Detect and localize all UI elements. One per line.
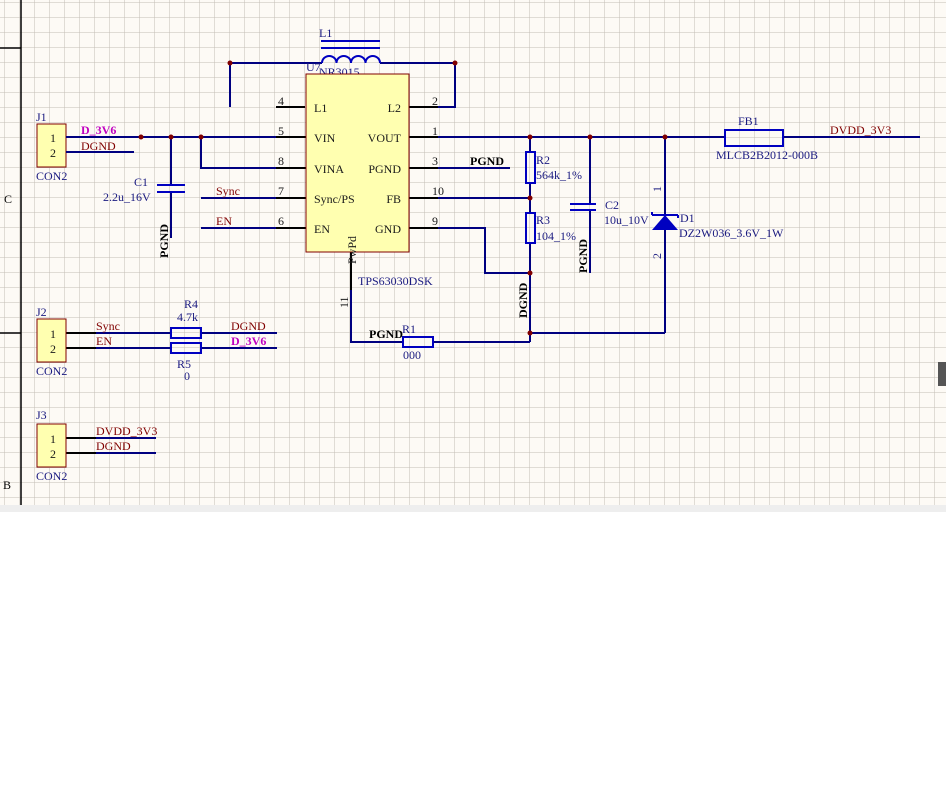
u7-pin-name: FB bbox=[386, 192, 401, 206]
j1-pin1: 1 bbox=[50, 131, 56, 145]
r2-designator: R2 bbox=[536, 153, 550, 167]
power-port-pgnd-c2: PGND bbox=[576, 239, 590, 273]
j1-designator: J1 bbox=[36, 110, 47, 124]
net-label-dvdd-3v3: DVDD_3V3 bbox=[830, 123, 891, 137]
u7-pin-name: PwPd bbox=[345, 236, 359, 264]
u7-pin-name: GND bbox=[375, 222, 401, 236]
u7-pin-name: VOUT bbox=[368, 131, 402, 145]
power-port-pgnd-r1: PGND bbox=[369, 327, 403, 341]
d1-value: DZ2W036_3.6V_1W bbox=[679, 226, 784, 240]
u7-pin-number: 8 bbox=[278, 154, 284, 168]
j3-pin1: 1 bbox=[50, 432, 56, 446]
u7-pin-number: 3 bbox=[432, 154, 438, 168]
power-port-pgnd-c1: PGND bbox=[157, 224, 171, 258]
j2-pin2: 2 bbox=[50, 342, 56, 356]
c2-designator: C2 bbox=[605, 198, 619, 212]
j3-pin2: 2 bbox=[50, 447, 56, 461]
r3-value: 104_1% bbox=[536, 229, 576, 243]
fb1-designator: FB1 bbox=[738, 114, 759, 128]
u7-pin-name: EN bbox=[314, 222, 330, 236]
j3-designator: J3 bbox=[36, 408, 47, 422]
r2-value: 564k_1% bbox=[536, 168, 582, 182]
schematic-sheet[interactable]: C B J1 CON2 1 2 D_3V6 DGND C1 2.2u_16V P… bbox=[0, 0, 946, 800]
j2-comment: CON2 bbox=[36, 364, 67, 378]
j2-designator: J2 bbox=[36, 305, 47, 319]
net-label-sync: Sync bbox=[216, 184, 240, 198]
fb1-value: MLCB2B2012-000B bbox=[716, 148, 818, 162]
c1-value: 2.2u_16V bbox=[103, 190, 151, 204]
r3-designator: R3 bbox=[536, 213, 550, 227]
j1-pin2: 2 bbox=[50, 146, 56, 160]
j1-comment: CON2 bbox=[36, 169, 67, 183]
power-port-dgnd: DGND bbox=[516, 282, 530, 318]
u7-part: TPS63030DSK bbox=[358, 274, 433, 288]
u7-pin-name: L1 bbox=[314, 101, 327, 115]
c1-designator: C1 bbox=[134, 175, 148, 189]
net-label-dvdd-j3: DVDD_3V3 bbox=[96, 424, 157, 438]
schematic-editor: C B J1 CON2 1 2 D_3V6 DGND C1 2.2u_16V P… bbox=[0, 0, 946, 800]
net-label-d3v6: D_3V6 bbox=[81, 123, 116, 137]
u7-pin-number: 5 bbox=[278, 124, 284, 138]
net-label-dgnd-j3: DGND bbox=[96, 439, 131, 453]
u7-pin-name: VINA bbox=[314, 162, 344, 176]
vertical-scrollbar-thumb[interactable] bbox=[938, 362, 946, 386]
c2-value: 10u_10V bbox=[604, 213, 649, 227]
net-label-dgnd-r4: DGND bbox=[231, 319, 266, 333]
d1-pin1: 1 bbox=[650, 186, 664, 192]
u7-pin-name: VIN bbox=[314, 131, 336, 145]
d1-designator: D1 bbox=[680, 211, 695, 225]
j2-pin1: 1 bbox=[50, 327, 56, 341]
u7-pin-number: 9 bbox=[432, 214, 438, 228]
zone-label-b: B bbox=[3, 478, 11, 492]
power-port-pgnd-pin3: PGND bbox=[470, 154, 504, 168]
u7-pin-name: Sync/PS bbox=[314, 192, 355, 206]
u7-pin-name: PGND bbox=[368, 162, 401, 176]
u7-pin-number: 4 bbox=[278, 94, 284, 108]
u7-pin-number: 10 bbox=[432, 184, 444, 198]
r4-value: 4.7k bbox=[177, 310, 198, 324]
u7-pin-number: 1 bbox=[432, 124, 438, 138]
d1-pin2: 2 bbox=[650, 253, 664, 259]
r5-value: 0 bbox=[184, 369, 190, 383]
net-label-en-j2: EN bbox=[96, 334, 112, 348]
horizontal-scrollbar[interactable] bbox=[0, 505, 946, 512]
j3-comment: CON2 bbox=[36, 469, 67, 483]
r4-designator: R4 bbox=[184, 297, 198, 311]
u7-designator: U7 bbox=[306, 60, 321, 74]
u7-pin-number: 7 bbox=[278, 184, 284, 198]
net-label-dgnd-j1: DGND bbox=[81, 139, 116, 153]
net-label-sync-j2: Sync bbox=[96, 319, 120, 333]
r1-designator: R1 bbox=[402, 322, 416, 336]
r1-value: 000 bbox=[403, 348, 421, 362]
u7-pin-number: 2 bbox=[432, 94, 438, 108]
u7-pin-number: 6 bbox=[278, 214, 284, 228]
l1-designator: L1 bbox=[319, 26, 332, 40]
u7-pin-name: L2 bbox=[388, 101, 401, 115]
u7-pin-number: 11 bbox=[337, 296, 351, 308]
zone-label-c: C bbox=[4, 192, 12, 206]
net-label-en: EN bbox=[216, 214, 232, 228]
net-label-d3v6-r5: D_3V6 bbox=[231, 334, 266, 348]
